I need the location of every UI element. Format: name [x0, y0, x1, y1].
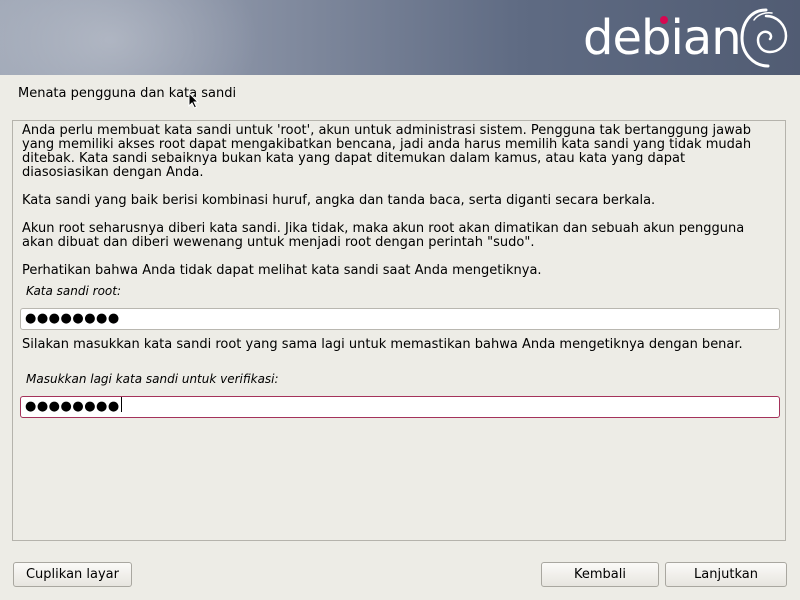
- mouse-pointer-icon: [188, 92, 200, 109]
- password-tip-paragraph: Kata sandi yang baik berisi kombinasi hu…: [22, 193, 656, 208]
- text-caret: [120, 397, 122, 412]
- debian-banner: debian: [0, 0, 800, 75]
- page-title: Menata pengguna dan kata sandi: [18, 86, 237, 101]
- verify-password-value: ●●●●●●●●: [25, 399, 120, 414]
- debian-logo: debian: [583, 8, 742, 68]
- root-password-label: Kata sandi root:: [26, 284, 122, 298]
- verify-password-input[interactable]: ●●●●●●●●: [20, 396, 780, 418]
- screenshot-button[interactable]: Cuplikan layar: [13, 562, 132, 587]
- intro-paragraph: Anda perlu membuat kata sandi untuk 'roo…: [22, 123, 752, 180]
- visibility-note-paragraph: Perhatikan bahwa Anda tidak dapat meliha…: [22, 263, 542, 278]
- verify-password-label: Masukkan lagi kata sandi untuk verifikas…: [26, 372, 279, 386]
- root-password-input[interactable]: ●●●●●●●●: [20, 308, 780, 330]
- continue-button[interactable]: Lanjutkan: [665, 562, 787, 587]
- banner-glow: [0, 0, 260, 75]
- content-panel: Anda perlu membuat kata sandi untuk 'roo…: [12, 120, 786, 541]
- root-password-value: ●●●●●●●●: [25, 311, 120, 326]
- debian-logo-dot: [660, 16, 668, 24]
- back-button[interactable]: Kembali: [541, 562, 659, 587]
- verify-instruction: Silakan masukkan kata sandi root yang sa…: [22, 337, 743, 352]
- debian-swirl-icon: [740, 8, 788, 68]
- root-account-paragraph: Akun root seharusnya diberi kata sandi. …: [22, 221, 745, 250]
